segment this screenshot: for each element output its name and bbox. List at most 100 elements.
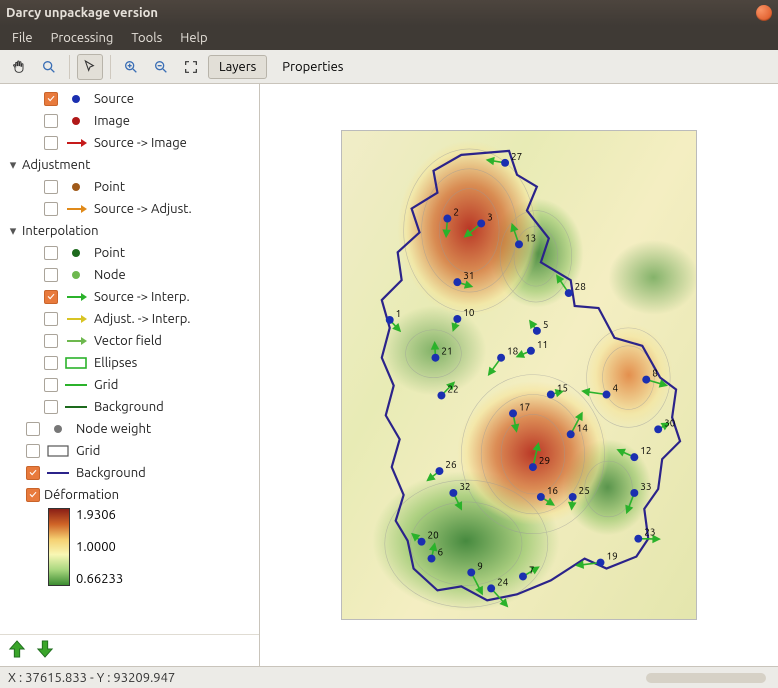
zoom-tool-icon[interactable]: [36, 54, 62, 80]
checkbox[interactable]: [44, 268, 58, 282]
svg-text:3: 3: [487, 211, 493, 222]
checkbox[interactable]: [44, 378, 58, 392]
checkbox[interactable]: [44, 202, 58, 216]
svg-text:27: 27: [511, 151, 522, 162]
checkbox[interactable]: [44, 246, 58, 260]
zoom-in-icon[interactable]: [118, 54, 144, 80]
legend-mid: 1.0000: [76, 540, 123, 554]
checkbox[interactable]: [44, 312, 58, 326]
svg-text:15: 15: [557, 383, 568, 394]
map-canvas[interactable]: 2723133128101511182181542217301412292633…: [260, 84, 778, 666]
layer-source-image[interactable]: Source -> Image: [4, 132, 259, 154]
menu-processing[interactable]: Processing: [43, 29, 122, 47]
fit-extent-icon[interactable]: [178, 54, 204, 80]
svg-text:21: 21: [441, 346, 452, 357]
checkbox[interactable]: [44, 400, 58, 414]
svg-text:25: 25: [579, 485, 590, 496]
color-ramp-icon: [48, 508, 70, 586]
layer-image[interactable]: Image: [4, 110, 259, 132]
legend-min: 0.66233: [76, 572, 123, 586]
properties-button[interactable]: Properties: [271, 55, 354, 79]
layer-order-controls: [0, 634, 259, 666]
layer-int-grid[interactable]: Grid: [4, 374, 259, 396]
checkbox[interactable]: [44, 356, 58, 370]
menu-tools[interactable]: Tools: [123, 29, 170, 47]
checkbox[interactable]: [44, 114, 58, 128]
legend-max: 1.9306: [76, 508, 123, 522]
arrow-yellow-icon: [62, 314, 90, 324]
layer-int-background[interactable]: Background: [4, 396, 259, 418]
group-adjustment[interactable]: ▾ Adjustment: [4, 154, 259, 176]
move-layer-up-icon[interactable]: [8, 639, 26, 662]
line-blue-icon: [44, 471, 72, 475]
svg-text:5: 5: [543, 319, 549, 330]
layer-tree[interactable]: Source Image Source -> Image ▾ Adjustmen…: [0, 84, 259, 634]
layer-source-adjust[interactable]: Source -> Adjust.: [4, 198, 259, 220]
svg-text:33: 33: [640, 481, 651, 492]
menu-help[interactable]: Help: [172, 29, 215, 47]
disclosure-icon[interactable]: ▾: [8, 158, 18, 173]
svg-text:4: 4: [612, 383, 618, 394]
layer-grid[interactable]: Grid: [4, 440, 259, 462]
layer-deformation[interactable]: Déformation: [4, 484, 259, 506]
status-coords: X : 37615.833 - Y : 93209.947: [8, 671, 175, 685]
point-red-icon: [62, 116, 90, 126]
point-brown-icon: [62, 182, 90, 192]
svg-text:1: 1: [396, 308, 402, 319]
layer-int-point[interactable]: Point: [4, 242, 259, 264]
checkbox[interactable]: [26, 466, 40, 480]
checkbox[interactable]: [44, 92, 58, 106]
layer-node-weight[interactable]: Node weight: [4, 418, 259, 440]
layer-source[interactable]: Source: [4, 88, 259, 110]
map-render: 2723133128101511182181542217301412292633…: [341, 130, 697, 620]
svg-text:9: 9: [477, 561, 483, 572]
checkbox[interactable]: [44, 334, 58, 348]
layer-adj-point[interactable]: Point: [4, 176, 259, 198]
horizontal-scrollbar[interactable]: [646, 673, 766, 683]
svg-text:29: 29: [539, 455, 550, 466]
arrow-green-icon: [62, 292, 90, 302]
window-title: Darcy unpackage version: [6, 6, 756, 20]
disclosure-icon[interactable]: ▾: [8, 224, 18, 239]
layer-vector-field[interactable]: Vector field: [4, 330, 259, 352]
svg-text:13: 13: [525, 232, 536, 243]
checkbox[interactable]: [26, 444, 40, 458]
pointer-tool-icon[interactable]: [77, 54, 103, 80]
svg-text:22: 22: [447, 384, 458, 395]
checkbox[interactable]: [44, 180, 58, 194]
layers-button[interactable]: Layers: [208, 55, 267, 79]
svg-text:18: 18: [507, 346, 518, 357]
checkbox[interactable]: [44, 290, 58, 304]
svg-text:31: 31: [463, 270, 474, 281]
svg-text:7: 7: [529, 564, 535, 575]
checkbox[interactable]: [26, 422, 40, 436]
zoom-out-icon[interactable]: [148, 54, 174, 80]
ellipse-icon: [62, 357, 90, 369]
layer-background[interactable]: Background: [4, 462, 259, 484]
svg-text:17: 17: [519, 401, 530, 412]
arrow-orange-icon: [62, 204, 90, 214]
layer-adjust-interp[interactable]: Adjust. -> Interp.: [4, 308, 259, 330]
checkbox[interactable]: [26, 488, 40, 502]
layer-source-interp[interactable]: Source -> Interp.: [4, 286, 259, 308]
svg-text:24: 24: [497, 576, 509, 587]
checkbox[interactable]: [44, 136, 58, 150]
layer-ellipses[interactable]: Ellipses: [4, 352, 259, 374]
menu-file[interactable]: File: [4, 29, 41, 47]
group-interpolation[interactable]: ▾ Interpolation: [4, 220, 259, 242]
hand-pan-icon[interactable]: [6, 54, 32, 80]
svg-text:6: 6: [437, 547, 443, 558]
deformation-legend: 1.9306 1.0000 0.66233: [48, 508, 259, 586]
svg-text:10: 10: [463, 307, 475, 318]
svg-text:8: 8: [652, 368, 658, 379]
point-grey-icon: [44, 424, 72, 434]
status-bar: X : 37615.833 - Y : 93209.947: [0, 666, 778, 688]
svg-text:20: 20: [428, 530, 440, 541]
close-icon[interactable]: [756, 5, 772, 21]
layer-int-node[interactable]: Node: [4, 264, 259, 286]
move-layer-down-icon[interactable]: [36, 639, 54, 662]
svg-text:14: 14: [577, 422, 589, 433]
menu-bar: File Processing Tools Help: [0, 26, 778, 50]
svg-text:2: 2: [453, 207, 459, 218]
svg-text:12: 12: [640, 445, 651, 456]
